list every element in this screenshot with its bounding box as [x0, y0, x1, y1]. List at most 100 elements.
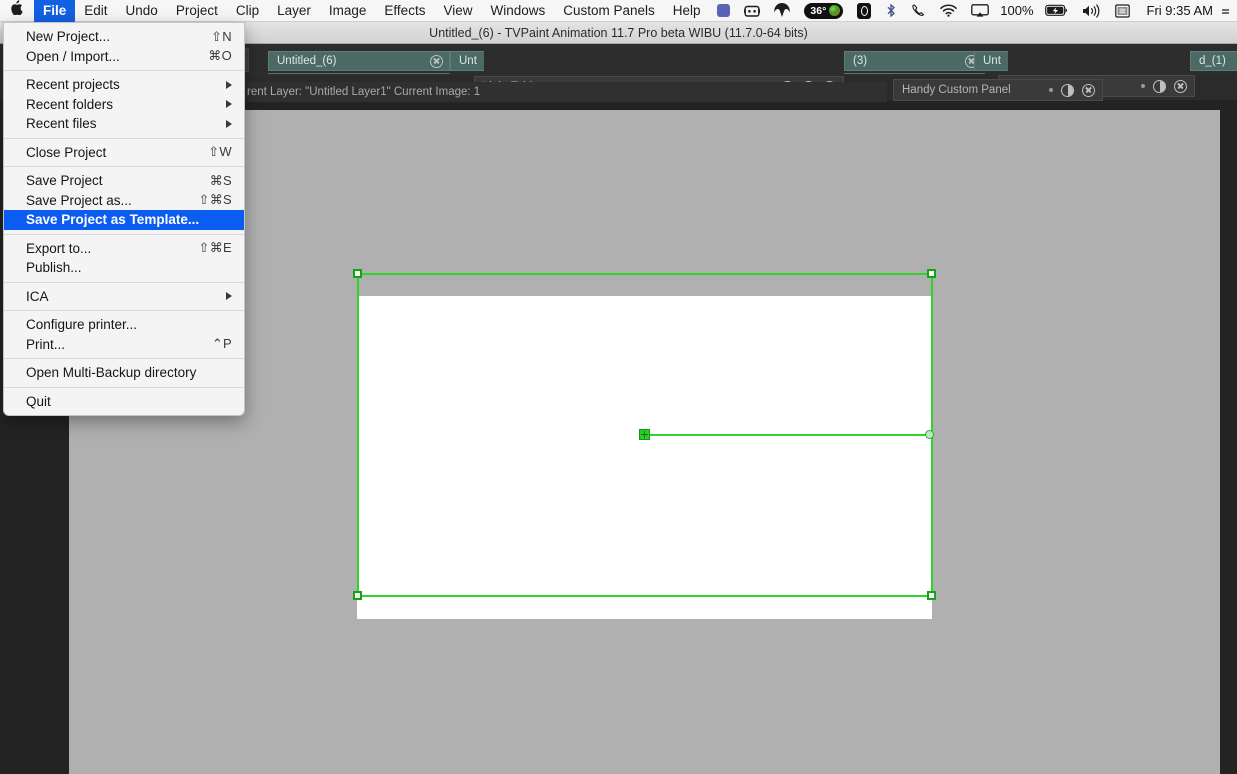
selection-handle-right-mid[interactable]: [925, 430, 934, 439]
menu-item-label: Quit: [26, 393, 51, 409]
menu-item-label: ICA: [26, 288, 49, 304]
menu-separator: [4, 233, 244, 235]
menu-item-shortcut: ⌃P: [211, 336, 232, 352]
selection-edge-bottom[interactable]: [357, 595, 933, 597]
current-layer-status: rent Layer: "Untitled Layer1" Current Im…: [247, 82, 887, 102]
menubar-item-custom-panels[interactable]: Custom Panels: [554, 0, 664, 22]
menu-item-close-project[interactable]: Close Project ⇧W: [4, 143, 244, 163]
temperature-monitor-icon[interactable]: 36°: [797, 0, 850, 22]
menu-item-label: Recent folders: [26, 96, 114, 112]
battery-charging-icon[interactable]: [1038, 0, 1075, 22]
volume-icon[interactable]: [1075, 0, 1108, 22]
menubar-item-edit[interactable]: Edit: [75, 0, 116, 22]
canvas-paper[interactable]: [357, 296, 932, 619]
menu-item-label: New Project...: [26, 29, 111, 45]
panel-dot-icon[interactable]: [1049, 88, 1053, 92]
menu-item-label: Save Project as...: [26, 192, 132, 208]
menu-item-open-multi-backup-directory[interactable]: Open Multi-Backup directory: [4, 363, 244, 383]
blue-square-app-icon[interactable]: [710, 0, 737, 22]
screen: File Edit Undo Project Clip Layer Image …: [0, 0, 1237, 774]
menu-item-ica[interactable]: ICA: [4, 287, 244, 307]
project-tab-partial-2[interactable]: Unt: [974, 51, 1008, 71]
menu-item-save-project-as-template[interactable]: Save Project as Template...: [4, 210, 244, 230]
selection-handle-center[interactable]: [639, 429, 650, 440]
menu-item-recent-projects[interactable]: Recent projects: [4, 75, 244, 95]
menu-item-new-project[interactable]: New Project... ⇧N: [4, 27, 244, 47]
airplay-icon[interactable]: [964, 0, 996, 22]
project-tab-group-3[interactable]: (3): [844, 51, 985, 71]
project-tab-partial-1[interactable]: Unt: [450, 51, 484, 71]
status-dot: [829, 5, 841, 16]
menu-item-save-project-as[interactable]: Save Project as... ⇧⌘S: [4, 191, 244, 211]
menu-item-label: Recent projects: [26, 77, 120, 93]
menu-separator: [4, 310, 244, 311]
menu-item-label: Close Project: [26, 144, 107, 160]
control-center-icon[interactable]: [1221, 0, 1233, 22]
selection-handle-top-right[interactable]: [927, 269, 936, 278]
menubar-item-file[interactable]: File: [34, 0, 76, 22]
menubar-item-view[interactable]: View: [434, 0, 481, 22]
menubar-item-layer[interactable]: Layer: [268, 0, 320, 22]
menubar-item-help[interactable]: Help: [664, 0, 710, 22]
menu-item-label: Publish...: [26, 260, 82, 276]
project-tab-label: Untitled_(6): [277, 55, 337, 67]
macos-menubar: File Edit Undo Project Clip Layer Image …: [0, 0, 1237, 22]
menu-item-recent-folders[interactable]: Recent folders: [4, 95, 244, 115]
panel-display-settings-controls: [1141, 79, 1194, 93]
menubar-tray: 36° 100% Fri 9:35 AM: [710, 0, 1237, 22]
clock-label: Fri 9:35 AM: [1146, 3, 1213, 18]
bluetooth-icon[interactable]: [878, 0, 904, 22]
menubar-item-undo[interactable]: Undo: [117, 0, 167, 22]
submenu-arrow-icon: [226, 292, 232, 301]
panel-handy-custom[interactable]: Handy Custom Panel: [893, 79, 1103, 101]
menu-item-shortcut: ⇧⌘E: [198, 240, 232, 256]
project-tab-untitled-6[interactable]: Untitled_(6): [268, 51, 450, 71]
submenu-arrow-icon: [226, 80, 232, 89]
menubar-item-clip[interactable]: Clip: [227, 0, 268, 22]
selection-axis-horizontal: [650, 434, 932, 436]
menubar-item-windows[interactable]: Windows: [481, 0, 554, 22]
selection-handle-bottom-left[interactable]: [353, 591, 362, 600]
menubar-item-image[interactable]: Image: [320, 0, 376, 22]
menu-item-recent-files[interactable]: Recent files: [4, 114, 244, 134]
collapse-icon[interactable]: [1153, 79, 1166, 93]
file-dropdown-menu[interactable]: New Project... ⇧N Open / Import... ⌘O Recent…: [3, 22, 245, 416]
current-layer-status-text: rent Layer: "Untitled Layer1" Current Im…: [247, 86, 481, 98]
menu-item-quit[interactable]: Quit: [4, 392, 244, 412]
close-icon[interactable]: [1174, 79, 1187, 93]
project-tab-underline: [268, 73, 450, 74]
selection-handle-top-left[interactable]: [353, 269, 362, 278]
menu-item-configure-printer[interactable]: Configure printer...: [4, 315, 244, 335]
menubar-items: File Edit Undo Project Clip Layer Image …: [0, 0, 710, 22]
selection-handle-bottom-right[interactable]: [927, 591, 936, 600]
close-icon[interactable]: [1082, 83, 1095, 97]
selection-edge-top[interactable]: [357, 273, 933, 275]
robot-face-icon[interactable]: [737, 0, 767, 22]
menubar-item-project[interactable]: Project: [167, 0, 227, 22]
menu-item-label: Save Project: [26, 173, 103, 189]
malwarebytes-icon[interactable]: [767, 0, 797, 22]
apple-logo-icon[interactable]: [0, 0, 34, 22]
close-icon[interactable]: [430, 54, 443, 68]
project-tab-partial-label: Unt: [459, 55, 477, 67]
wifi-icon[interactable]: [933, 0, 964, 22]
battery-percent-label: 100%: [1000, 3, 1034, 18]
project-tab-group-3-underline: [844, 73, 985, 74]
menu-item-shortcut: ⇧⌘S: [198, 192, 232, 208]
menu-item-print[interactable]: Print... ⌃P: [4, 335, 244, 355]
menu-item-export-to[interactable]: Export to... ⇧⌘E: [4, 239, 244, 259]
menu-item-label: Save Project as Template...: [26, 212, 200, 228]
menubar-item-effects[interactable]: Effects: [375, 0, 434, 22]
project-tab-partial-3[interactable]: d_(1): [1190, 51, 1237, 71]
phone-icon[interactable]: [904, 0, 933, 22]
selection-edge-left[interactable]: [357, 273, 359, 597]
collapse-icon[interactable]: [1061, 83, 1074, 97]
input-source-icon[interactable]: [1108, 0, 1137, 22]
menu-item-save-project[interactable]: Save Project ⌘S: [4, 171, 244, 191]
panel-dot-icon[interactable]: [1141, 84, 1145, 88]
menu-item-open-import[interactable]: Open / Import... ⌘O: [4, 47, 244, 67]
submenu-arrow-icon: [226, 100, 232, 109]
menu-item-label: Open / Import...: [26, 48, 120, 64]
one-password-icon[interactable]: [850, 0, 878, 22]
menu-item-publish[interactable]: Publish...: [4, 258, 244, 278]
